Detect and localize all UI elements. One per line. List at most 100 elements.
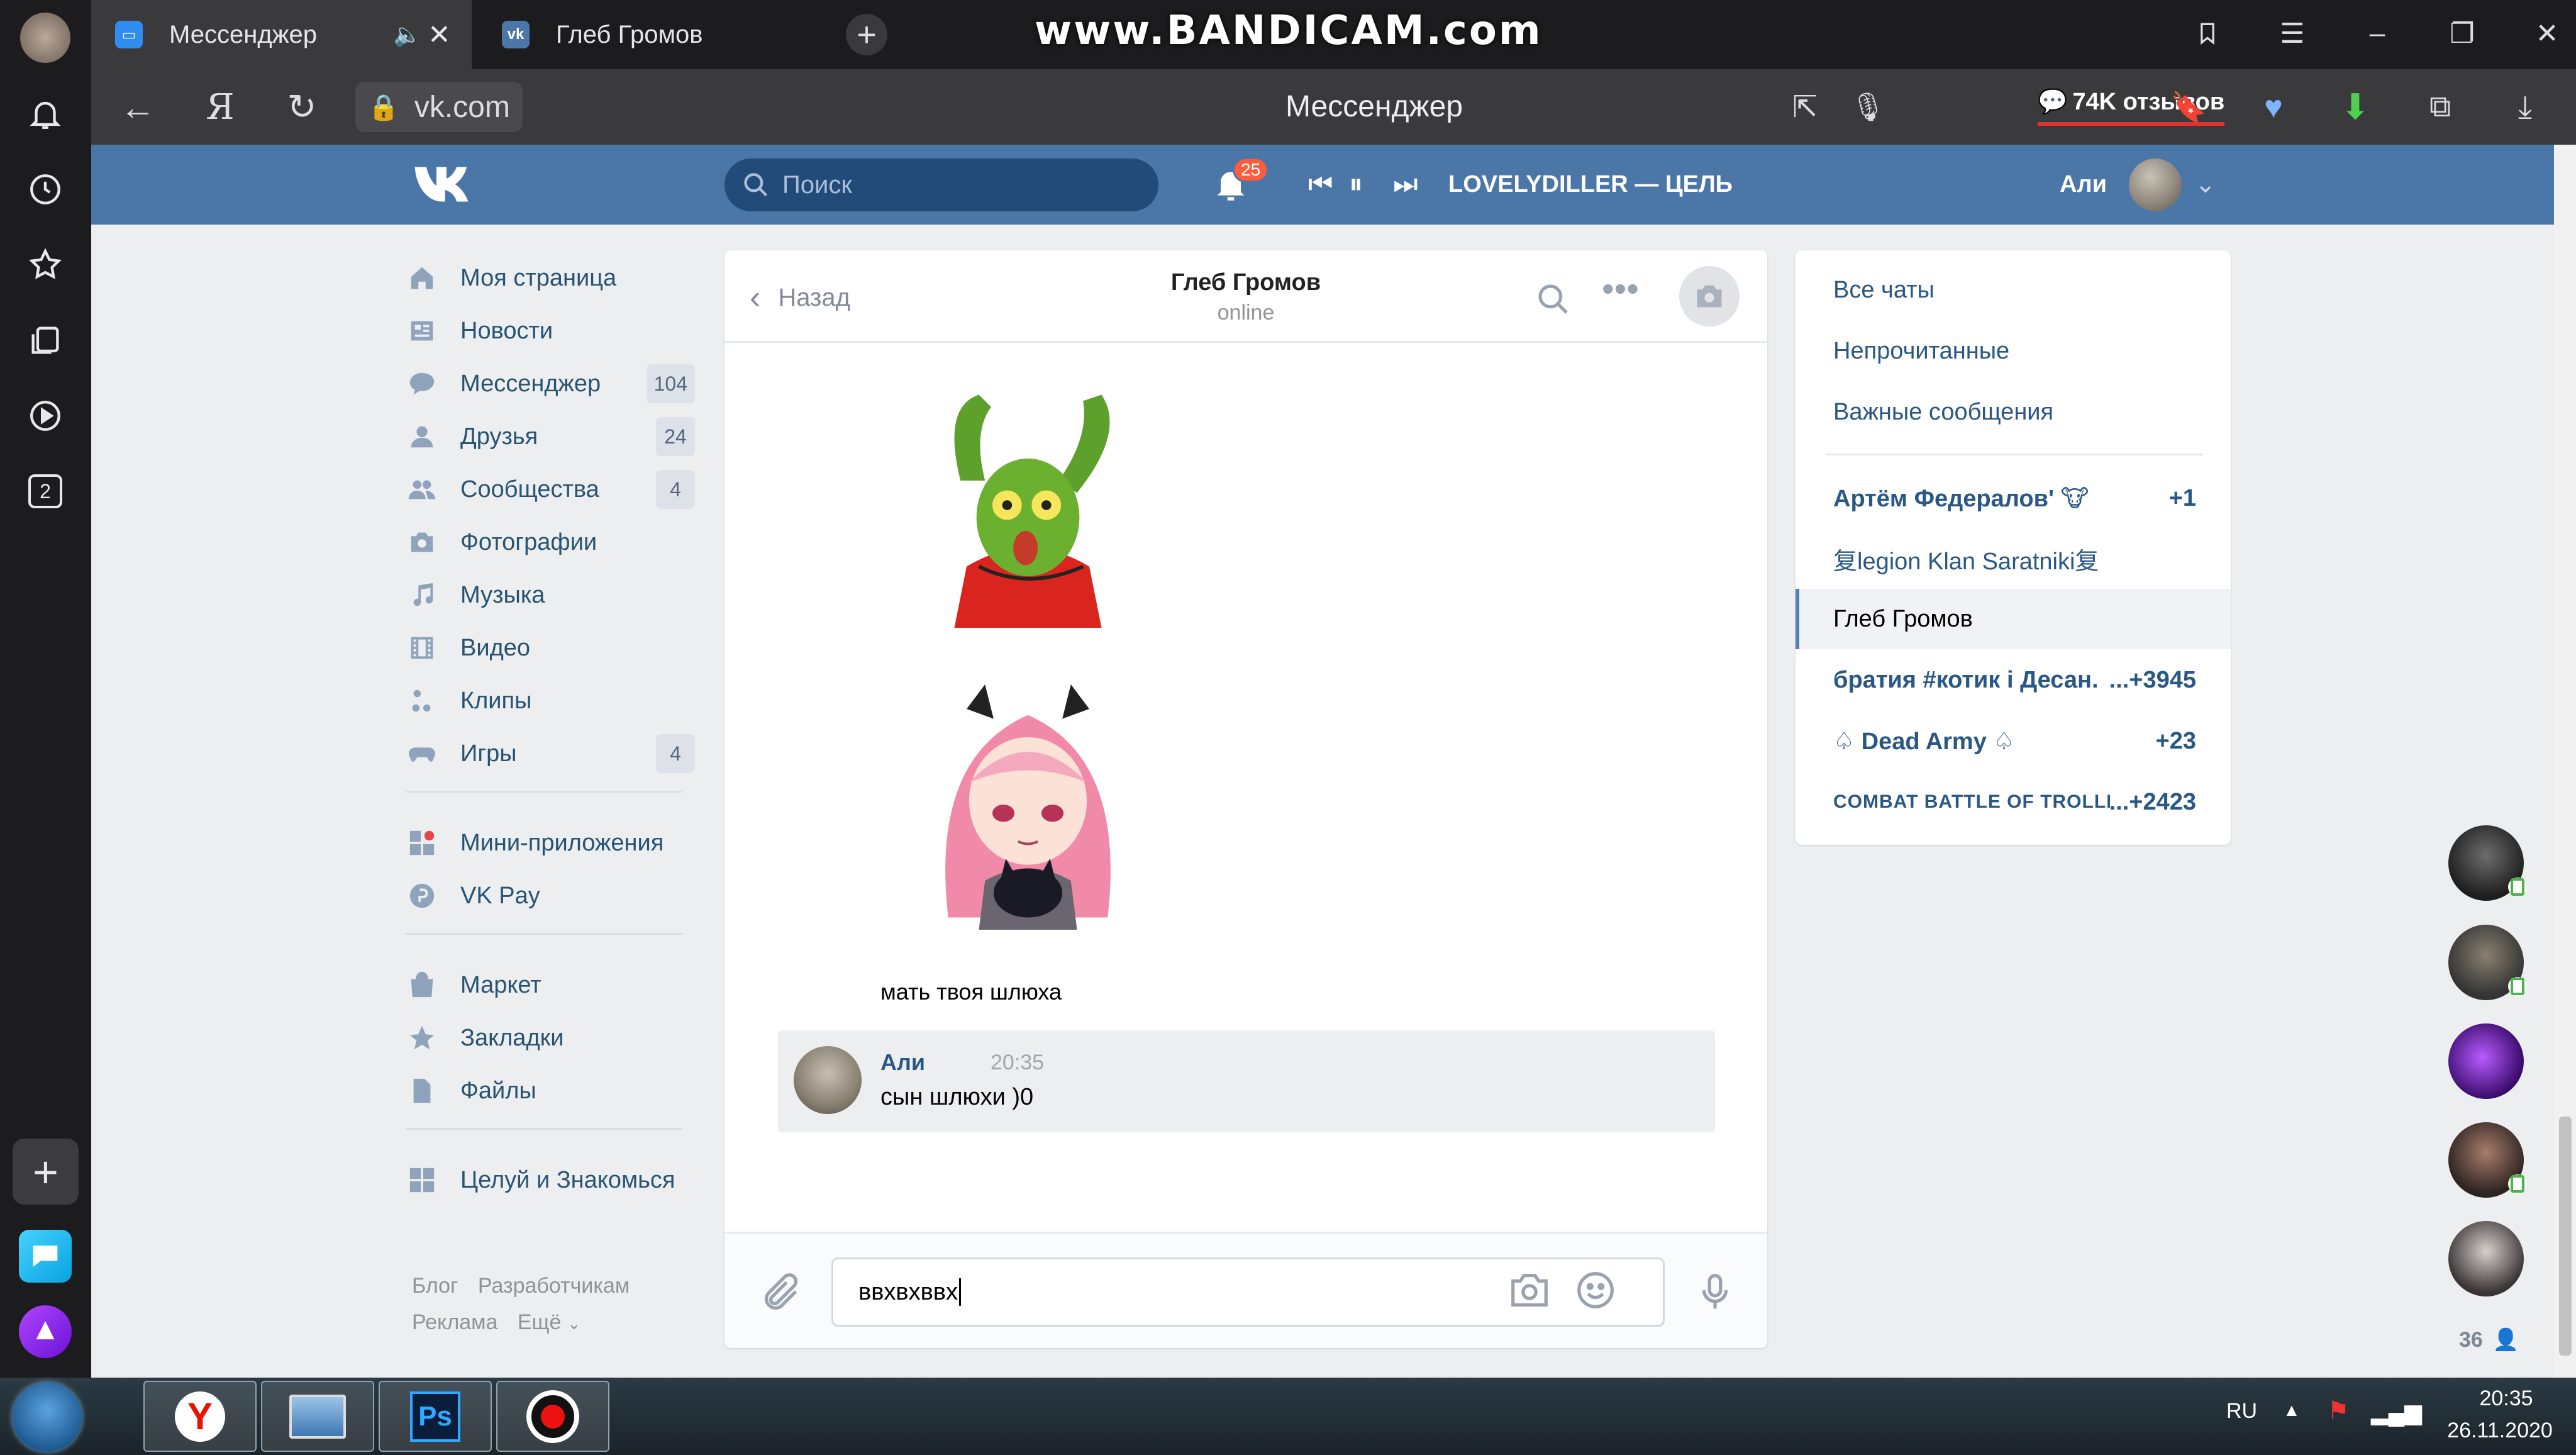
heart-plus-icon[interactable]: ♥ [2251, 85, 2296, 129]
share-icon[interactable]: ⇱ [1783, 85, 1827, 129]
tray-flag-icon[interactable]: ⚑ [2327, 1396, 2350, 1425]
dialog-item[interactable]: 复legion Klan Saratniki复 [1796, 528, 2231, 589]
sound-icon[interactable]: 🔈 [393, 21, 421, 48]
bookmark-icon[interactable]: 🔖 [2167, 85, 2211, 129]
new-tab-icon[interactable]: + [846, 14, 887, 55]
dialog-item-selected[interactable]: Глеб Громов [1796, 589, 2231, 649]
camera-icon[interactable] [1679, 266, 1740, 326]
menu-item-games[interactable]: Игры 4 [406, 732, 695, 776]
menu-item-mini-apps[interactable]: Мини-приложения [406, 821, 695, 865]
emoji-icon[interactable] [1574, 1268, 1618, 1312]
filter-important[interactable]: Важные сообщения [1796, 382, 2231, 442]
message-author[interactable]: Али [880, 1049, 925, 1076]
favorites-icon[interactable] [23, 242, 68, 287]
menu-item-photos[interactable]: Фотографии [406, 520, 695, 564]
messenger-app-icon[interactable] [19, 1230, 72, 1283]
now-playing-track[interactable]: LOVELYDILLER — ЦЕЛЬ [1448, 145, 1733, 225]
menu-item-friends[interactable]: Друзья 24 [406, 415, 695, 459]
search-field[interactable]: Поиск [724, 159, 1158, 211]
url-field[interactable]: 🔒 vk.com [355, 82, 523, 132]
computer-taskbar-icon[interactable] [261, 1381, 374, 1452]
tab-counter-icon[interactable]: 2 [23, 469, 68, 514]
collections-icon[interactable] [23, 318, 68, 363]
camera-icon[interactable] [1507, 1268, 1552, 1312]
menu-item-music[interactable]: Музыка [406, 573, 695, 617]
dialog-item[interactable]: братия #котик і Десан... ...+3945 [1796, 650, 2231, 710]
message-outgoing[interactable]: Али 20:35 сын шлюхи )0 [778, 1030, 1715, 1132]
vk-header: Поиск 25 ⏮ ⏸ ⏭ LOVELYDILLER — ЦЕЛЬ Али ⌄ [91, 145, 2554, 225]
downloads-icon[interactable]: ⤓ [2503, 85, 2547, 129]
yandex-browser-taskbar-icon[interactable]: Y [143, 1381, 257, 1452]
menu-item-market[interactable]: Маркет [406, 963, 695, 1007]
dialog-item[interactable]: Артём Федералов' 🐮 +1 [1796, 468, 2231, 528]
bandicam-taskbar-icon[interactable] [496, 1381, 609, 1452]
menu-item-files[interactable]: Файлы [406, 1069, 695, 1113]
dialog-item[interactable]: ♤ Dead Army ♤ +23 [1796, 711, 2231, 771]
tab-messenger[interactable]: ▭ Мессенджер 🔈 ✕ [91, 0, 472, 69]
menu-item-bookmarks[interactable]: Закладки [406, 1016, 695, 1060]
friend-avatar[interactable] [2448, 1023, 2524, 1099]
menu-item-my-page[interactable]: Моя страница [406, 256, 695, 300]
clock-date[interactable]: 26.11.2020 [2428, 1419, 2572, 1443]
menu-item-vk-pay[interactable]: VK Pay [406, 874, 695, 918]
pause-icon[interactable]: ⏸ [1349, 169, 1363, 200]
alice-assistant-icon[interactable] [19, 1305, 72, 1358]
filter-unread[interactable]: Непрочитанные [1796, 321, 2231, 381]
chat-panel: ‹ Назад Глеб Громов online ••• мать твоя… [724, 250, 1767, 1348]
yandex-icon[interactable]: Я [198, 85, 242, 129]
back-arrow-icon[interactable]: ← [116, 85, 160, 129]
add-icon[interactable]: + [13, 1139, 79, 1205]
tab-gleb[interactable]: vk Глеб Громов [478, 0, 830, 69]
previous-track-icon[interactable]: ⏮ [1308, 169, 1333, 200]
menu-item-messenger[interactable]: Мессенджер 104 [406, 362, 695, 406]
minimize-icon[interactable]: – [2355, 11, 2399, 55]
close-window-icon[interactable]: ✕ [2525, 11, 2569, 55]
profile-avatar[interactable] [20, 13, 70, 63]
filter-all-chats[interactable]: Все чаты [1796, 260, 2231, 320]
page-scrollbar[interactable] [2554, 145, 2576, 1378]
microphone-icon[interactable]: 🎙 [1846, 85, 1890, 129]
language-indicator[interactable]: RU [2226, 1399, 2257, 1424]
reload-icon[interactable]: ↻ [280, 85, 324, 129]
anime-girl-sticker[interactable] [916, 684, 1140, 930]
author-avatar[interactable] [794, 1046, 862, 1114]
scrollbar-thumb[interactable] [2559, 1117, 2572, 1356]
close-tab-icon[interactable]: ✕ [428, 19, 451, 51]
dialog-item[interactable]: COMBAT BATTLE OF TROLLI... ...+2423 [1796, 772, 2231, 832]
bell-icon[interactable] [23, 91, 68, 137]
video-player-icon[interactable] [23, 393, 68, 438]
next-track-icon[interactable]: ⏭ [1393, 169, 1418, 200]
photoshop-taskbar-icon[interactable]: Ps [379, 1381, 492, 1452]
menu-icon[interactable]: ☰ [2270, 11, 2314, 55]
goblin-sticker[interactable] [916, 382, 1140, 628]
windows-start-icon[interactable] [13, 1383, 82, 1452]
online-friends-count[interactable]: 36 👤 [2459, 1327, 2519, 1352]
vk-logo[interactable] [412, 162, 481, 206]
footer-blog-link[interactable]: Блог [412, 1274, 458, 1298]
chevron-down-icon[interactable]: ⌄ [2195, 170, 2216, 199]
search-icon[interactable] [1536, 282, 1571, 320]
footer-developers-link[interactable]: Разработчикам [478, 1274, 630, 1298]
chevron-down-icon[interactable]: ⌄ [567, 1314, 581, 1333]
clock-time[interactable]: 20:35 [2440, 1386, 2572, 1411]
restore-icon[interactable]: ❐ [2440, 11, 2484, 55]
menu-item-video[interactable]: Видео [406, 626, 695, 670]
menu-item-news[interactable]: Новости [406, 309, 695, 353]
friend-avatar[interactable] [2448, 1221, 2524, 1296]
user-name[interactable]: Али [2060, 145, 2107, 225]
menu-item-clips[interactable]: Клипы [406, 679, 695, 723]
more-options-icon[interactable]: ••• [1602, 268, 1639, 309]
tray-arrow-icon[interactable]: ▲ [2283, 1400, 2301, 1420]
footer-ads-link[interactable]: Реклама [412, 1310, 497, 1334]
network-signal-icon[interactable]: ▂▄▆ [2371, 1399, 2422, 1425]
extensions-icon[interactable]: ⧉ [2418, 85, 2462, 129]
user-avatar[interactable] [2129, 159, 2182, 211]
history-icon[interactable] [23, 167, 68, 212]
footer-more-link[interactable]: Ещё [518, 1310, 562, 1334]
menu-item-kiss-meet[interactable]: Целуй и Знакомься [406, 1158, 695, 1202]
paperclip-icon[interactable] [759, 1271, 803, 1315]
bookmarks-panel-icon[interactable] [2185, 11, 2229, 55]
menu-item-communities[interactable]: Сообщества 4 [406, 467, 695, 511]
microphone-icon[interactable] [1693, 1270, 1737, 1314]
download-green-icon[interactable]: ⬇ [2333, 85, 2377, 129]
